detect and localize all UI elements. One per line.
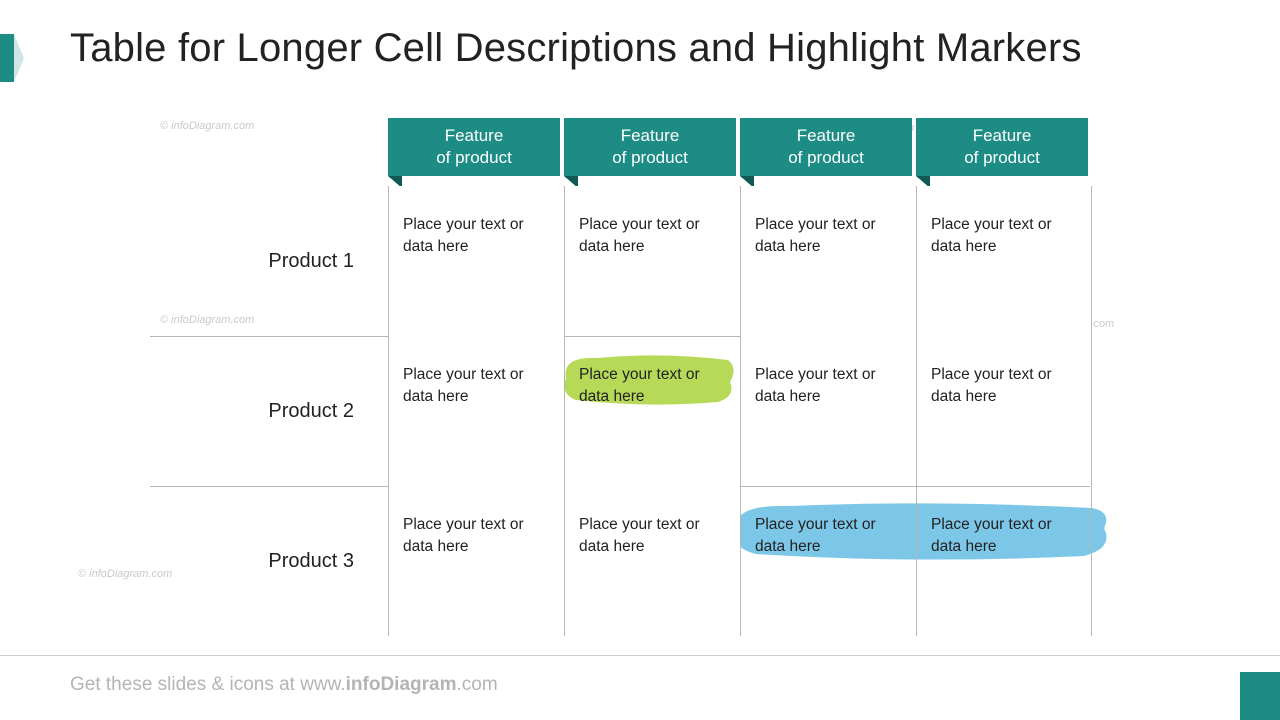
col-head-line1: Feature (797, 126, 856, 145)
cell-text: Place your text or data here (579, 216, 700, 255)
table-body: Product 1 Place your text or data here P… (150, 186, 1150, 636)
col-head-line1: Feature (973, 126, 1032, 145)
cell-text: Place your text or data here (403, 516, 524, 555)
col-head-line2: of product (612, 148, 688, 167)
cell-text: Place your text or data here (579, 516, 700, 555)
table-cell: Place your text or data here (740, 336, 916, 486)
cell-text: Place your text or data here (931, 216, 1052, 255)
table-cell: Place your text or data here (564, 486, 740, 636)
cell-text: Place your text or data here (403, 366, 524, 405)
column-headers-row: Feature of product Feature of product Fe… (388, 118, 1150, 186)
table-cell: Place your text or data here (916, 336, 1092, 486)
table-cell: Place your text or data here (740, 186, 916, 336)
footer-text: Get these slides & icons at www.infoDiag… (70, 674, 498, 696)
col-head-line2: of product (436, 148, 512, 167)
slide-title: Table for Longer Cell Descriptions and H… (70, 26, 1082, 71)
footer-pre: Get these slides & icons at www. (70, 674, 346, 695)
table-cell: Place your text or data here (388, 486, 564, 636)
slide: Table for Longer Cell Descriptions and H… (0, 0, 1280, 720)
column-header: Feature of product (564, 118, 736, 176)
accent-tab-icon (0, 34, 14, 82)
cell-text: Place your text or data here (755, 516, 876, 555)
footer-post: .com (456, 674, 497, 695)
cell-text: Place your text or data here (403, 216, 524, 255)
cell-text: Place your text or data here (755, 216, 876, 255)
column-header: Feature of product (916, 118, 1088, 176)
col-head-line1: Feature (445, 126, 504, 145)
table-cell: Place your text or data here (388, 336, 564, 486)
row-label: Product 3 (150, 486, 388, 636)
table-cell: Place your text or data here (564, 186, 740, 336)
row-label: Product 1 (150, 186, 388, 336)
column-header: Feature of product (388, 118, 560, 176)
col-head-line1: Feature (621, 126, 680, 145)
table-cell: Place your text or data here (916, 186, 1092, 336)
footer-bold: infoDiagram (346, 674, 457, 695)
cell-text: Place your text or data here (931, 516, 1052, 555)
cell-text: Place your text or data here (755, 366, 876, 405)
table-cell: Place your text or data here (388, 186, 564, 336)
comparison-table: Feature of product Feature of product Fe… (150, 118, 1150, 636)
footer-divider (0, 655, 1280, 656)
table-cell: Place your text or data here (740, 486, 916, 636)
table-cell: Place your text or data here (916, 486, 1092, 636)
cell-text: Place your text or data here (931, 366, 1052, 405)
footer-accent-icon (1240, 672, 1280, 720)
col-head-line2: of product (788, 148, 864, 167)
column-header: Feature of product (740, 118, 912, 176)
table-cell: Place your text or data here (564, 336, 740, 486)
col-head-line2: of product (964, 148, 1040, 167)
row-label: Product 2 (150, 336, 388, 486)
cell-text: Place your text or data here (579, 366, 700, 405)
